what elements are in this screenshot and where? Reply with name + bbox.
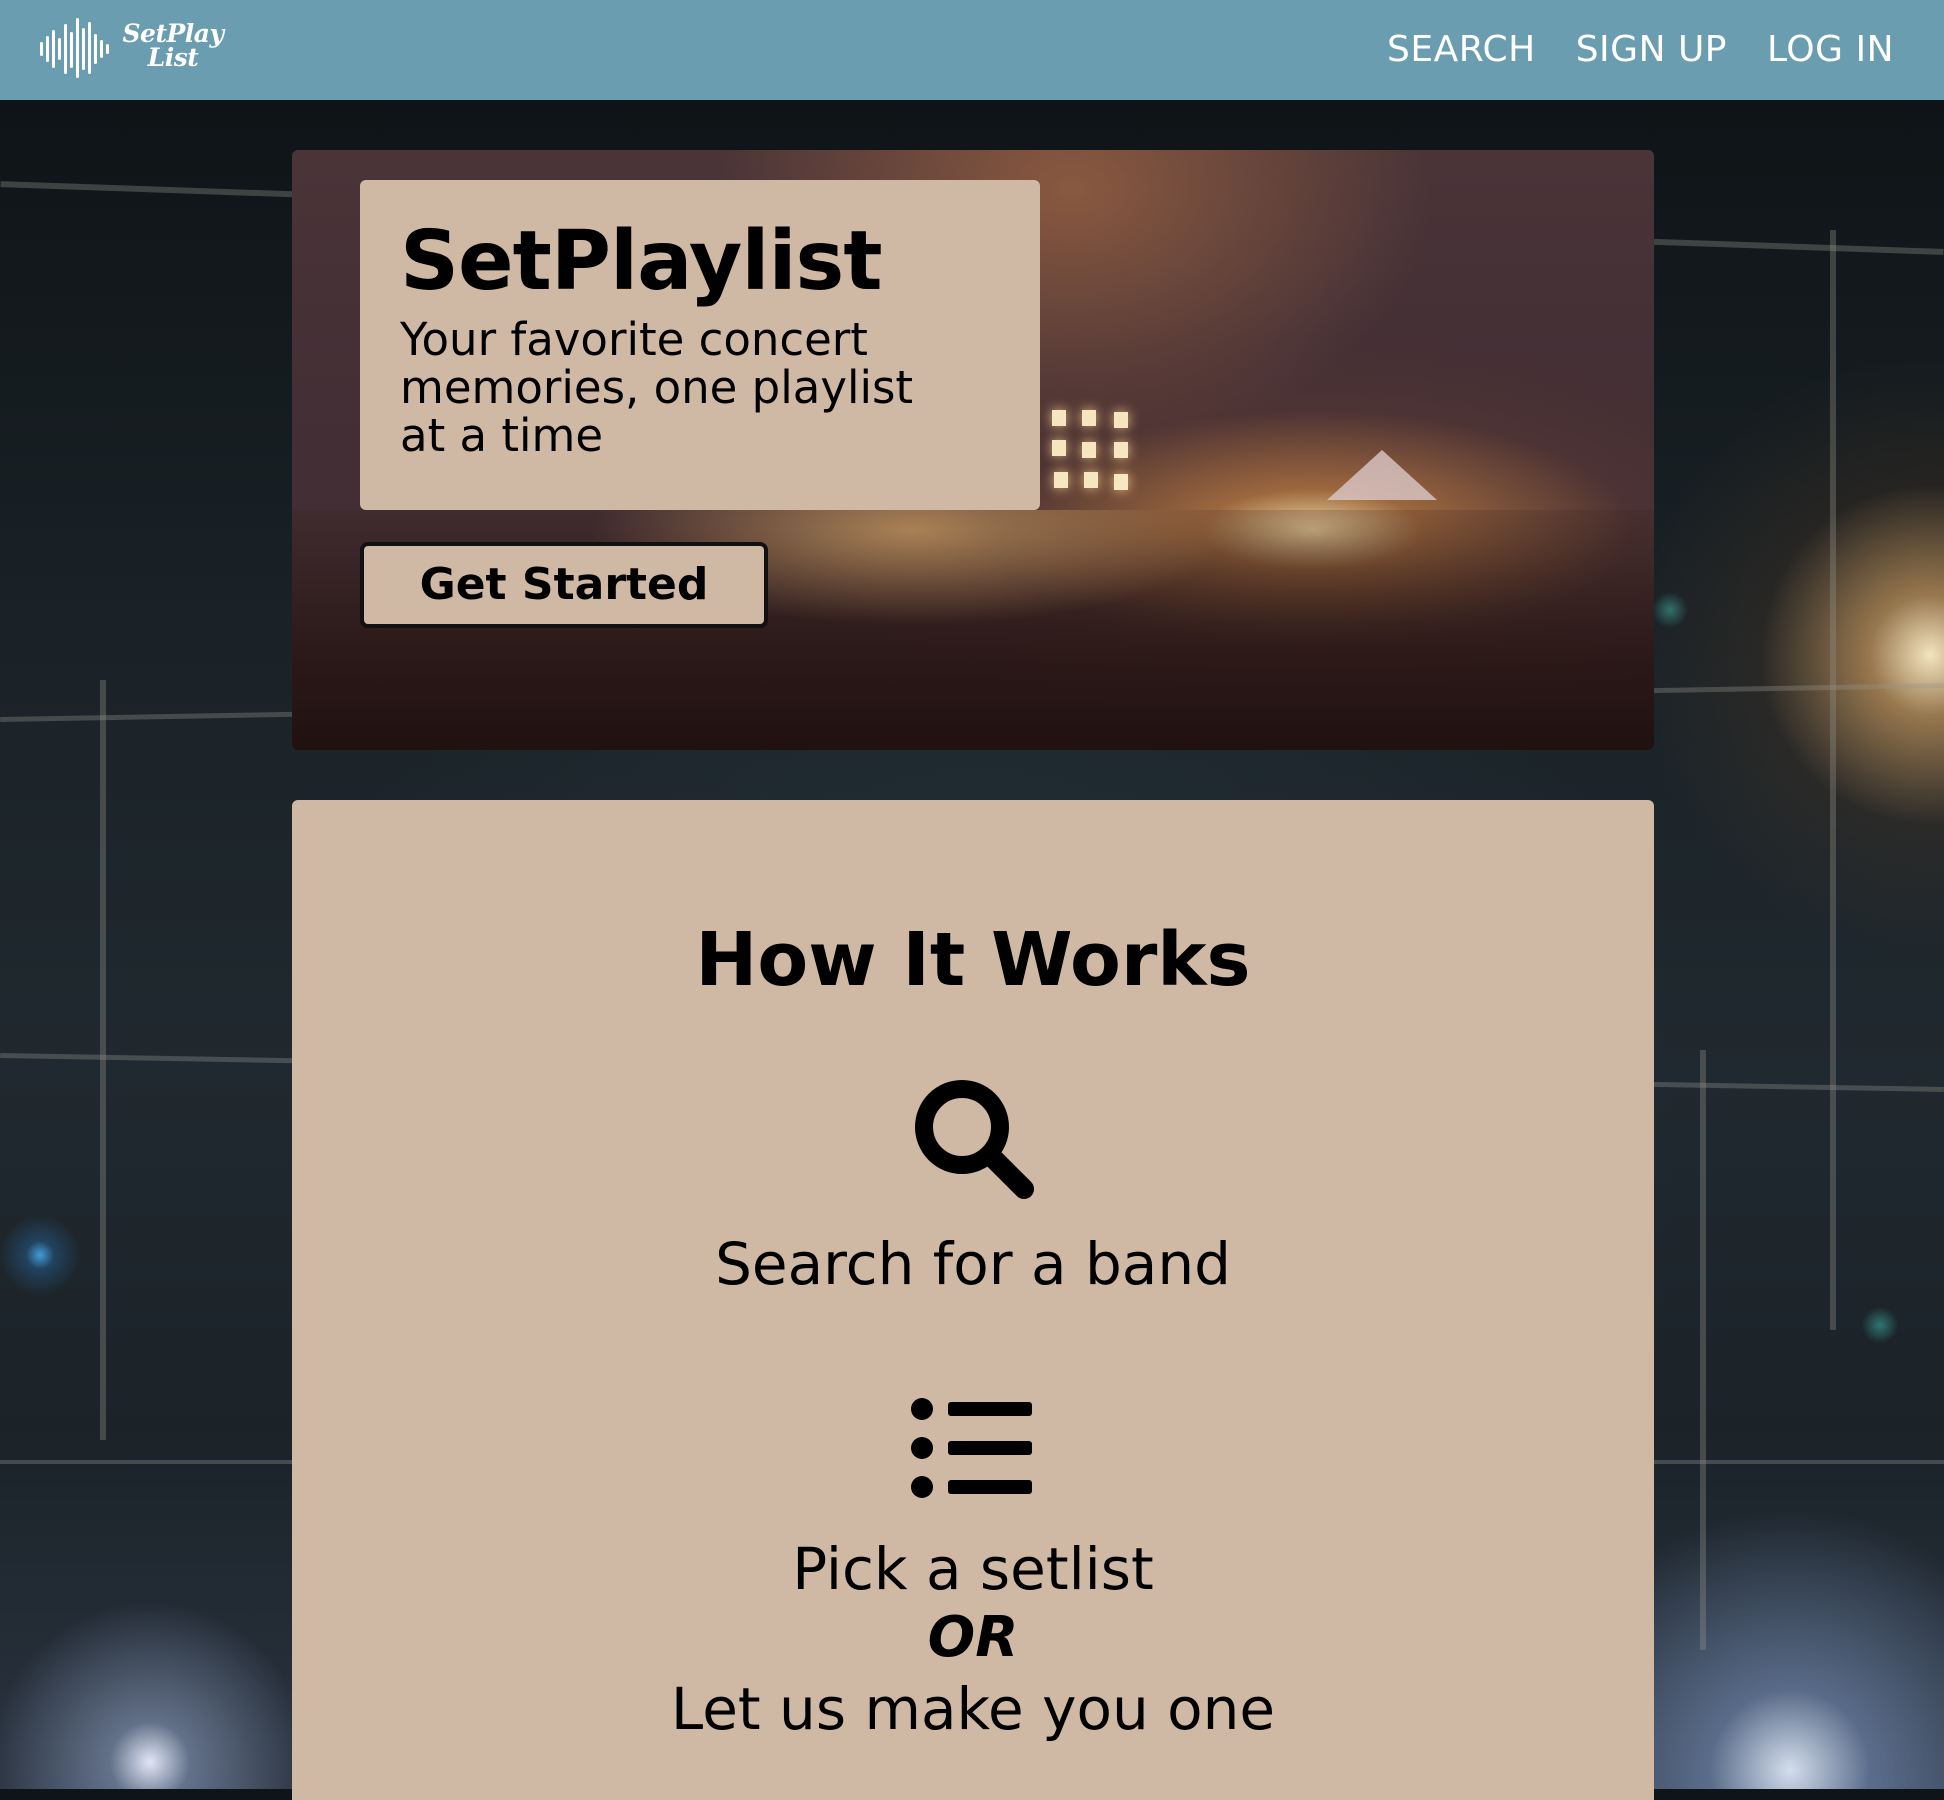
soundwave-icon — [40, 18, 109, 78]
hero-subtitle: Your favorite concert memories, one play… — [400, 313, 914, 462]
nav-sign-up[interactable]: SIGN UP — [1576, 28, 1727, 72]
step-pick-text: Pick a setlist — [792, 1535, 1154, 1603]
nav-log-in[interactable]: LOG IN — [1767, 28, 1894, 72]
top-navbar: SetPlay List SEARCH SIGN UP LOG IN — [0, 0, 1944, 100]
stage-tent — [1327, 450, 1437, 500]
nav-search[interactable]: SEARCH — [1387, 28, 1536, 72]
step-search-text: Search for a band — [715, 1230, 1231, 1298]
list-icon — [911, 1398, 1032, 1498]
get-started-button[interactable]: Get Started — [360, 542, 768, 628]
hero-title: SetPlaylist — [400, 214, 883, 309]
hero-banner: SetPlaylist Your favorite concert memori… — [292, 150, 1654, 750]
main-nav: SEARCH SIGN UP LOG IN — [1387, 28, 1894, 72]
setplaylist-logo[interactable]: SetPlay List — [40, 16, 230, 80]
logo-wordmark: SetPlay List — [122, 19, 224, 72]
how-it-works-title: How It Works — [695, 917, 1251, 1003]
hero-card: SetPlaylist Your favorite concert memori… — [360, 180, 1040, 510]
step-or-text: OR — [927, 1605, 1019, 1670]
search-icon — [915, 1080, 1034, 1199]
step-make-text: Let us make you one — [670, 1675, 1276, 1743]
how-it-works-section: How It Works Search for a band Pick a se… — [292, 800, 1654, 1800]
